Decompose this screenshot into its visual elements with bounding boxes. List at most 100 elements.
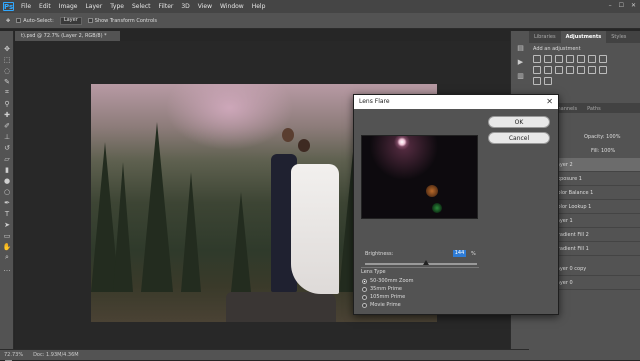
- properties-icon[interactable]: ▥: [511, 69, 530, 83]
- tree: [231, 192, 251, 292]
- brightness-icon[interactable]: [533, 55, 541, 63]
- channel-mixer-icon[interactable]: [555, 66, 563, 74]
- lens-option-label: Movie Prime: [370, 302, 401, 308]
- menu-layer[interactable]: Layer: [85, 3, 102, 10]
- minimize-icon[interactable]: –: [609, 2, 612, 9]
- dodge-icon[interactable]: ○: [0, 186, 14, 197]
- layer-name: Color Lookup 1: [554, 203, 592, 210]
- lens-option[interactable]: 105mm Prime: [362, 294, 405, 300]
- vibrance-icon[interactable]: [577, 55, 585, 63]
- fill-label: Fill:: [591, 148, 600, 154]
- color-lookup-icon[interactable]: [566, 66, 574, 74]
- document-tab[interactable]: t).psd @ 72.7% (Layer 2, RGB/8) *: [15, 31, 120, 41]
- type-icon[interactable]: T: [0, 208, 14, 219]
- fill-control[interactable]: Fill: 100%: [591, 148, 615, 154]
- menu-edit[interactable]: Edit: [39, 3, 51, 10]
- lens-option[interactable]: Movie Prime: [362, 302, 401, 308]
- options-bar: ✥ Auto-Select: Layer Show Transform Cont…: [0, 13, 640, 29]
- tab-libraries[interactable]: Libraries: [529, 31, 561, 43]
- blur-icon[interactable]: ●: [0, 175, 14, 186]
- flare-artifact: [426, 185, 438, 197]
- black-white-icon[interactable]: [533, 66, 541, 74]
- exposure-icon[interactable]: [566, 55, 574, 63]
- radio-button[interactable]: [362, 286, 367, 292]
- shape-icon[interactable]: ▭: [0, 230, 14, 241]
- opacity-control[interactable]: Opacity: 100%: [584, 134, 620, 140]
- transform-group: Show Transform Controls: [87, 18, 157, 24]
- fill-value[interactable]: 100%: [601, 148, 615, 154]
- tree: [181, 172, 201, 292]
- lasso-icon[interactable]: ◌: [0, 65, 14, 76]
- menu-select[interactable]: Select: [132, 3, 151, 10]
- gradient-map-icon[interactable]: [533, 77, 541, 85]
- pen-icon[interactable]: ✒: [0, 197, 14, 208]
- menu-file[interactable]: File: [21, 3, 31, 10]
- healing-icon[interactable]: ✚: [0, 109, 14, 120]
- auto-select-label: Auto-Select:: [23, 17, 54, 24]
- hand-icon[interactable]: ✋: [0, 241, 14, 252]
- menu-filter[interactable]: Filter: [159, 3, 174, 10]
- auto-select-dropdown[interactable]: Layer: [59, 16, 82, 25]
- radio-button[interactable]: [362, 294, 367, 300]
- lens-option-label: 50-300mm Zoom: [370, 278, 414, 284]
- tab-styles[interactable]: Styles: [606, 31, 631, 43]
- lens-option[interactable]: 35mm Prime: [362, 286, 402, 292]
- hue-saturation-icon[interactable]: [588, 55, 596, 63]
- menu-help[interactable]: Help: [252, 3, 266, 10]
- menu-view[interactable]: View: [198, 3, 212, 10]
- maximize-icon[interactable]: ☐: [619, 2, 624, 9]
- flare-artifact: [432, 203, 442, 213]
- selective-color-icon[interactable]: [544, 77, 552, 85]
- lens-option[interactable]: 50-300mm Zoom: [362, 278, 413, 284]
- radio-button[interactable]: [362, 278, 367, 284]
- brightness-input[interactable]: 144: [453, 250, 466, 257]
- auto-select-checkbox[interactable]: [16, 18, 22, 23]
- marquee-icon[interactable]: ⬚: [0, 54, 14, 65]
- tree: [141, 122, 173, 292]
- more-tools-icon[interactable]: …: [0, 263, 14, 274]
- levels-icon[interactable]: [544, 55, 552, 63]
- menu-window[interactable]: Window: [220, 3, 244, 10]
- menu-bar: Ps File Edit Image Layer Type Select Fil…: [0, 0, 640, 13]
- gradient-icon[interactable]: ▮: [0, 164, 14, 175]
- tab-paths[interactable]: Paths: [582, 103, 606, 113]
- move-tool-icon[interactable]: ✥: [6, 18, 10, 24]
- layer-name: Gradient Fill 2: [554, 231, 589, 238]
- opacity-value[interactable]: 100%: [606, 134, 620, 140]
- groom-head: [282, 128, 294, 142]
- brightness-slider[interactable]: [365, 260, 477, 265]
- eraser-icon[interactable]: ▱: [0, 153, 14, 164]
- eyedropper-icon[interactable]: ⚲: [0, 98, 14, 109]
- flare-preview[interactable]: [361, 135, 478, 219]
- zoom-icon[interactable]: ⌕: [0, 252, 14, 263]
- invert-icon[interactable]: [577, 66, 585, 74]
- brush-icon[interactable]: ✐: [0, 120, 14, 131]
- rock: [226, 292, 336, 322]
- history-icon[interactable]: ▤: [511, 41, 530, 55]
- path-select-icon[interactable]: ➤: [0, 219, 14, 230]
- posterize-icon[interactable]: [588, 66, 596, 74]
- threshold-icon[interactable]: [599, 66, 607, 74]
- quick-select-icon[interactable]: ✎: [0, 76, 14, 87]
- dialog-close-icon[interactable]: ✕: [546, 95, 553, 109]
- cancel-button[interactable]: Cancel: [488, 132, 550, 144]
- menu-type[interactable]: Type: [110, 3, 124, 10]
- close-icon[interactable]: ✕: [631, 2, 636, 9]
- photo-filter-icon[interactable]: [544, 66, 552, 74]
- crop-icon[interactable]: ⌗: [0, 87, 14, 98]
- actions-icon[interactable]: ▶: [511, 55, 530, 69]
- color-balance-icon[interactable]: [599, 55, 607, 63]
- menu-image[interactable]: Image: [59, 3, 78, 10]
- tab-adjustments[interactable]: Adjustments: [560, 31, 607, 43]
- zoom-level[interactable]: 72.73%: [4, 352, 23, 358]
- history-brush-icon[interactable]: ↺: [0, 142, 14, 153]
- show-transform-checkbox[interactable]: [87, 18, 93, 23]
- radio-button[interactable]: [362, 302, 367, 308]
- slider-thumb[interactable]: [423, 260, 429, 265]
- lens-flare-dialog: Lens Flare ✕ OK Cancel Brightness: 144 %…: [353, 94, 559, 315]
- stamp-icon[interactable]: ⊥: [0, 131, 14, 142]
- menu-3d[interactable]: 3D: [181, 3, 189, 10]
- curves-icon[interactable]: [555, 55, 563, 63]
- move-icon[interactable]: ✥: [0, 43, 14, 54]
- ok-button[interactable]: OK: [488, 116, 550, 128]
